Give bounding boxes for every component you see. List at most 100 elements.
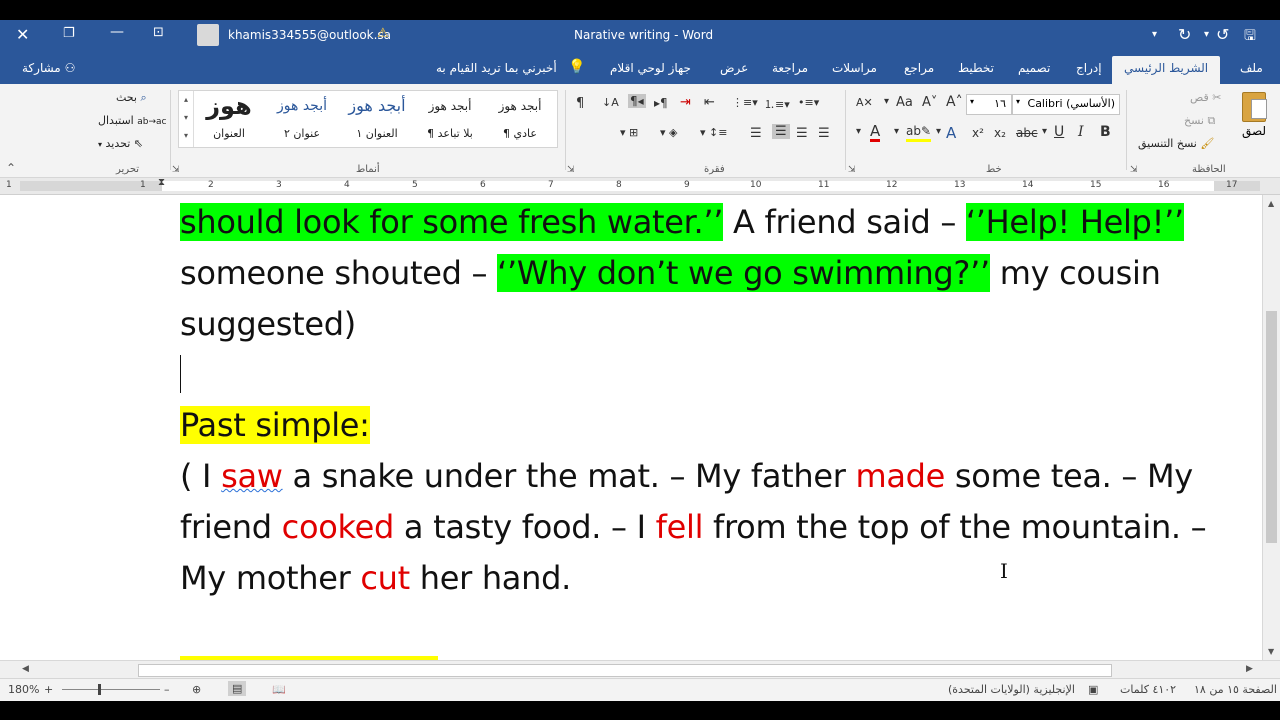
web-layout-icon[interactable]: ⊕ [192, 683, 201, 696]
ribbon-display-options-icon[interactable]: ⊡ [153, 25, 164, 40]
account-email[interactable]: khamis334555@outlook.sa [228, 28, 391, 42]
tab-file[interactable]: ملف [1240, 61, 1263, 75]
tab-view[interactable]: عرض [720, 61, 748, 75]
tab-references[interactable]: مراجع [904, 61, 934, 75]
justify-icon[interactable]: ☰ [750, 126, 762, 141]
document-page[interactable]: should look for some fresh water.’’ A fr… [0, 195, 1262, 660]
horizontal-scrollbar[interactable]: ◀ ▶ [0, 660, 1280, 679]
scroll-up-arrow-icon[interactable]: ▲ [1268, 199, 1274, 208]
vertical-scroll-thumb[interactable] [1266, 311, 1277, 543]
scroll-left-icon[interactable]: ◀ [22, 664, 29, 674]
increase-indent-icon[interactable]: ⇥ [680, 95, 691, 110]
clear-formatting-icon[interactable]: A✕ [856, 96, 873, 109]
avatar[interactable] [197, 24, 219, 46]
customize-toolbar-icon[interactable]: ▾ [1152, 29, 1157, 40]
styles-launcher-icon[interactable]: ⇲ [172, 165, 180, 175]
borders-icon[interactable]: ▾ ⊞ [620, 126, 638, 139]
undo-dropdown-icon[interactable]: ▾ [1204, 29, 1209, 40]
text-effects-icon[interactable]: A [946, 124, 956, 142]
line-spacing-icon[interactable]: ▾ ↕≡ [700, 126, 727, 139]
align-right-icon[interactable]: ☰ [772, 124, 790, 139]
collapse-ribbon-icon[interactable]: ⌃ [6, 161, 16, 175]
ltr-icon[interactable]: ▸¶ [654, 96, 668, 110]
redo-icon[interactable]: ↻ [1178, 25, 1191, 44]
read-mode-icon[interactable]: 📖 [272, 683, 286, 696]
horizontal-ruler[interactable]: 17 16 15 14 13 12 11 10 9 8 7 6 5 4 3 2 … [0, 177, 1280, 195]
subscript-icon[interactable]: x₂ [994, 126, 1006, 140]
share-button[interactable]: مشاركة ⚇ [22, 61, 75, 75]
change-case-icon-a[interactable]: Aa [896, 95, 913, 110]
font-launcher-icon[interactable]: ⇲ [848, 165, 856, 175]
close-window-icon[interactable]: ✕ [16, 25, 29, 44]
shading-icon[interactable]: ▾ ◈ [660, 126, 677, 139]
zoom-out-icon[interactable]: – [164, 683, 170, 696]
underline-dropdown-icon[interactable]: ▾ [1042, 126, 1047, 137]
font-name-box[interactable]: ▾ Calibri (الأساسي) [1012, 94, 1120, 115]
vertical-scrollbar[interactable]: ▲ ▼ [1262, 195, 1280, 660]
tab-draw[interactable]: جهاز لوحي اقلام [610, 61, 691, 75]
rtl-icon[interactable]: ¶◂ [628, 94, 646, 108]
italic-icon[interactable]: I [1078, 124, 1084, 140]
show-formatting-icon[interactable]: ¶ [576, 96, 584, 111]
change-case-icon[interactable]: ▾ [884, 96, 889, 107]
style-no-spacing[interactable]: أبجد هوز ¶ بلا تباعد [415, 91, 485, 147]
horizontal-scroll-thumb[interactable] [138, 664, 1112, 677]
select-button[interactable]: ▾ تحديد ⇖ [98, 137, 143, 150]
tab-insert[interactable]: إدراج [1076, 61, 1102, 75]
paste-button[interactable]: لصق [1236, 90, 1272, 150]
text-effects-dropdown-icon[interactable]: ▾ [936, 126, 941, 137]
page-number[interactable]: الصفحة ١٥ من ١٨ [1194, 683, 1277, 696]
highlight-dropdown-icon[interactable]: ▾ [894, 126, 899, 137]
superscript-icon[interactable]: x² [972, 126, 984, 140]
format-painter-button[interactable]: نسخ التنسيق 🖌 [1138, 137, 1214, 150]
warning-icon[interactable]: ⚠ [377, 26, 389, 41]
bullets-icon[interactable]: •≡▾ [798, 96, 819, 109]
underline-icon[interactable]: U [1054, 124, 1064, 140]
paragraph-launcher-icon[interactable]: ⇲ [567, 165, 575, 175]
gallery-scroll[interactable]: ▴ ▾ ▾ [179, 91, 194, 147]
tab-design[interactable]: تصميم [1018, 61, 1050, 75]
undo-icon[interactable]: ↺ [1216, 25, 1229, 44]
word-count[interactable]: ٤١٠٢ كلمات [1120, 683, 1176, 696]
font-color-dropdown-icon[interactable]: ▾ [856, 126, 861, 137]
zoom-level[interactable]: 180% [8, 683, 39, 696]
bold-icon[interactable]: B [1100, 124, 1111, 140]
tab-mailings[interactable]: مراسلات [832, 61, 877, 75]
tell-me-box[interactable]: أخبرني بما تريد القيام به [436, 61, 557, 75]
center-icon[interactable]: ☰ [796, 126, 808, 141]
sort-icon[interactable]: ↓A [602, 96, 619, 109]
zoom-slider[interactable] [62, 689, 160, 690]
decrease-indent-icon[interactable]: ⇤ [704, 95, 715, 110]
proofing-icon[interactable]: ▣ [1088, 683, 1098, 696]
style-heading2[interactable]: أبجد هوز عنوان ٢ [267, 91, 337, 147]
find-button[interactable]: بحث ⌕ [116, 91, 147, 105]
print-layout-icon[interactable]: ▤ [228, 681, 247, 696]
numbering-icon[interactable]: ⒈≡▾ [764, 96, 790, 112]
highlight-icon[interactable]: ab✎ [906, 124, 932, 142]
align-left-icon[interactable]: ☰ [818, 126, 830, 141]
style-heading1[interactable]: أبجد هوز العنوان ١ [341, 91, 413, 147]
strikethrough-icon[interactable]: abc [1016, 126, 1038, 140]
font-size-box[interactable]: ▾ ١٦ [966, 94, 1012, 115]
replace-button[interactable]: استبدال ab→ac [98, 114, 166, 127]
shrink-font-icon[interactable]: A˅ [922, 95, 937, 110]
grow-font-icon[interactable]: A˄ [946, 94, 963, 110]
tab-review[interactable]: مراجعة [772, 61, 808, 75]
clipboard-launcher-icon[interactable]: ⇲ [1130, 165, 1138, 175]
indent-marker-icon[interactable]: ⧗ [158, 177, 165, 188]
style-normal[interactable]: أبجد هوز ¶ عادي [485, 91, 555, 147]
cut-button[interactable]: قص ✂ [1190, 91, 1221, 104]
font-color-icon[interactable]: A [870, 124, 881, 142]
language-indicator[interactable]: الإنجليزية (الولايات المتحدة) [948, 683, 1075, 696]
style-title[interactable]: هوز العنوان [199, 91, 259, 147]
save-icon[interactable]: 🖫 [1244, 25, 1256, 49]
restore-window-icon[interactable]: ❐ [63, 26, 75, 41]
zoom-slider-thumb[interactable] [98, 684, 101, 695]
copy-button[interactable]: نسخ ⧉ [1184, 114, 1215, 128]
tab-layout[interactable]: تخطيط [958, 61, 994, 75]
multilevel-list-icon[interactable]: ⋮≡▾ [732, 96, 758, 109]
scroll-right-icon[interactable]: ▶ [1246, 664, 1253, 674]
tab-home[interactable]: الشريط الرئيسي [1112, 56, 1221, 84]
zoom-in-icon[interactable]: + [44, 683, 53, 696]
scroll-down-arrow-icon[interactable]: ▼ [1268, 647, 1274, 656]
